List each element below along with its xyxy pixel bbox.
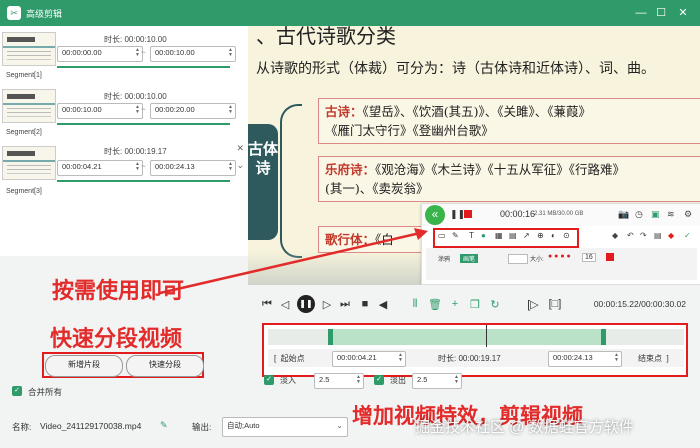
fade-in-input[interactable]: 2.5 ▲ ▼ (314, 373, 364, 389)
fade-out-label: 淡出 (390, 376, 406, 385)
volume-icon[interactable]: ◀ (376, 298, 390, 311)
playback-controls: ⏮ ◁ ❚❚ ▷ ⏭ ■ ◀ ⫴ 🗑 + ❐ ↻ [▷ [□] 00:00:15… (248, 285, 700, 325)
timeline-editor: [ 起始点 00:00:04.21 ▲ ▼ 时长: 00:00:19.17 00:0… (262, 323, 688, 377)
stop-icon[interactable]: ■ (358, 298, 372, 310)
step-forward-icon[interactable]: ▷ (320, 298, 334, 311)
step-back-icon[interactable]: ◁ (278, 298, 292, 311)
range-controls: [ 起始点 00:00:04.21 ▲ ▼ 时长: 00:00:19.17 00:0… (268, 349, 684, 367)
copy-icon[interactable]: ❐ (468, 298, 482, 311)
output-label: 输出: (192, 422, 212, 432)
watermark: 掘金技术社区 @ 数据蛙官方软件 (415, 419, 634, 436)
delete-icon[interactable]: 🗑 (428, 298, 442, 311)
fade-out-input[interactable]: 2.5 ▲ ▼ (412, 373, 462, 389)
mark-out-icon[interactable]: [□] (548, 298, 562, 310)
timeline-selection[interactable] (328, 329, 606, 345)
playhead[interactable] (486, 325, 487, 347)
output-select[interactable]: 自动;Auto ⌄ (222, 417, 348, 437)
end-time-input[interactable]: 00:00:24.13 ▲ ▼ (548, 351, 622, 367)
range-duration: 时长: 00:00:19.17 (438, 354, 501, 363)
add-icon[interactable]: + (448, 298, 462, 310)
reset-icon[interactable]: ↻ (488, 298, 502, 311)
end-point-button[interactable]: 结束点 ] (638, 353, 669, 364)
current-time: 00:00:15.22/00:00:30.02 (593, 299, 686, 309)
name-label: 名称: (12, 422, 32, 432)
fade-in-label: 淡入 (280, 376, 296, 385)
mark-in-icon[interactable]: [▷ (526, 298, 540, 311)
fade-in-checkbox[interactable]: ✓ (264, 375, 274, 385)
fade-out-checkbox[interactable]: ✓ (374, 375, 384, 385)
skip-start-icon[interactable]: ⏮ (260, 298, 274, 311)
file-name: Video_241129170038.mp4 (40, 421, 142, 431)
pause-icon[interactable]: ❚❚ (297, 295, 315, 313)
start-point-button[interactable]: [ 起始点 (274, 353, 305, 364)
edit-name-icon[interactable]: ✎ (160, 420, 168, 431)
start-time-input[interactable]: 00:00:04.21 ▲ ▼ (332, 351, 406, 367)
split-icon[interactable]: ⫴ (408, 298, 422, 311)
skip-end-icon[interactable]: ⏭ (338, 298, 352, 311)
fade-controls: ✓ 淡入 2.5 ▲ ▼ ✓ 淡出 2.5 ▲ ▼ (262, 372, 688, 390)
